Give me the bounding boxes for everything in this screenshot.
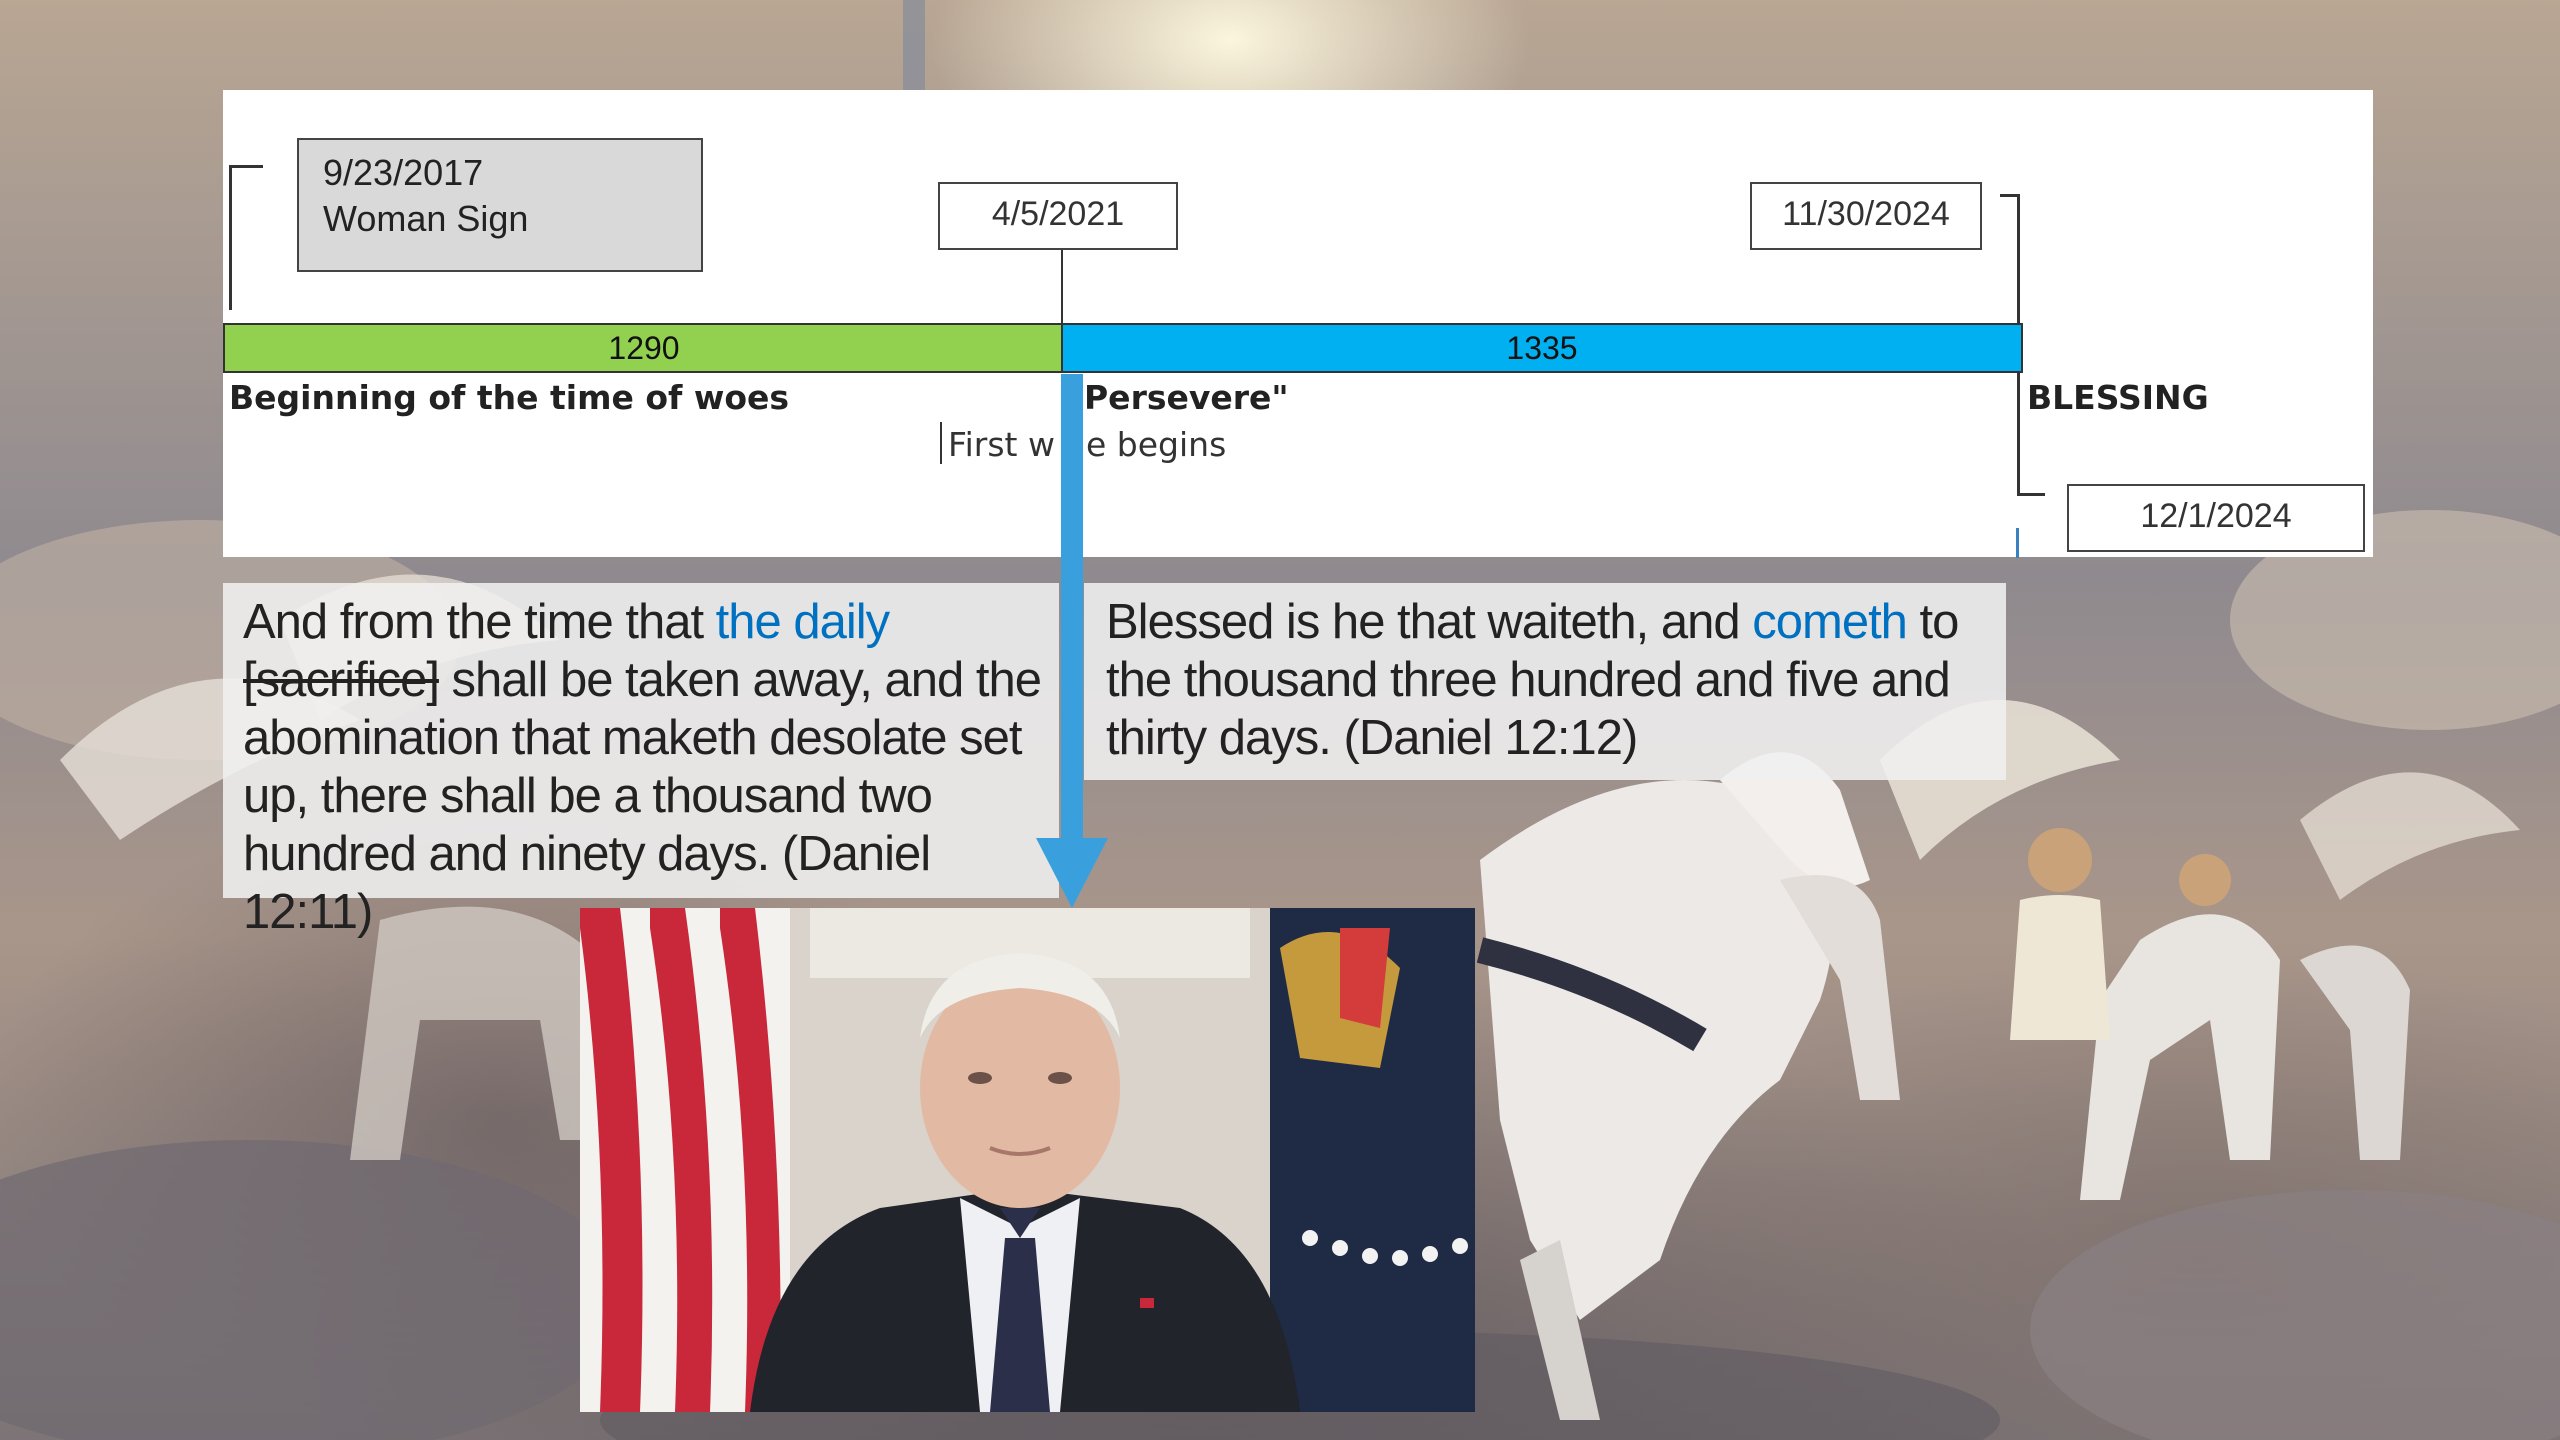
start-bracket-line (229, 165, 232, 310)
woes-label: Beginning of the time of woes (229, 378, 790, 417)
quote-daniel-12-11: And from the time that the daily [sacrif… (223, 583, 1059, 939)
quote-1-pre: And from the time that (243, 595, 716, 649)
speaker-photo (580, 908, 1475, 1412)
start-event-date: 9/23/2017 (323, 152, 484, 193)
date-box-blessing: 12/1/2024 (2067, 484, 2365, 552)
quote-daniel-12-12: Blessed is he that waiteth, and cometh t… (1084, 583, 2006, 780)
quote-2-highlight: cometh (1752, 595, 1908, 649)
date-box-end: 11/30/2024 (1750, 182, 1982, 250)
period-bar-1290: 1290 (223, 323, 1063, 373)
speaker-photo-illustration (580, 908, 1475, 1412)
date-box-midpoint: 4/5/2021 (938, 182, 1178, 250)
first-woe-label-start: First w (948, 425, 1055, 464)
quote-1-struck: [sacrifice] (243, 653, 440, 707)
period-bar-1335: 1335 (1061, 323, 2023, 373)
down-arrow-icon (1036, 838, 1108, 908)
first-woe-label-end: e begins (1086, 425, 1227, 464)
persevere-label: Persevere" (1084, 378, 1289, 417)
quote-2-pre: Blessed is he that waiteth, and (1106, 595, 1753, 649)
start-event-box: 9/23/2017 Woman Sign (297, 138, 703, 272)
quote-1-highlight: the daily (715, 595, 891, 649)
end-bracket-bottom-tick (2017, 493, 2045, 496)
start-event-name: Woman Sign (323, 198, 529, 239)
midpoint-connector (1061, 248, 1063, 324)
first-woe-marker (940, 422, 942, 464)
end-bracket-top-tick (2000, 194, 2018, 197)
blessing-marker (2016, 528, 2019, 558)
start-bracket-tick (229, 165, 263, 168)
arrow-shaft (1061, 374, 1083, 844)
blessing-label: BLESSING (2027, 378, 2209, 417)
